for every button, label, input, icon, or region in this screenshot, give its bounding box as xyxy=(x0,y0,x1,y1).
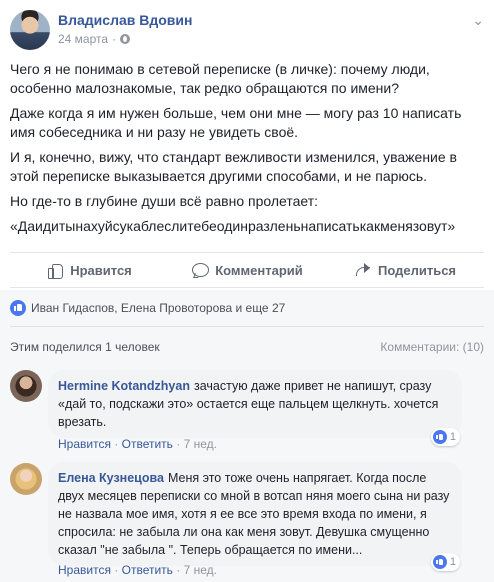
comments-count[interactable]: Комментарии: (10) xyxy=(380,340,484,354)
post-paragraph: Чего я не понимаю в сетевой переписке (в… xyxy=(10,61,430,96)
comment-time[interactable]: 7 нед. xyxy=(184,563,217,577)
like-icon xyxy=(46,261,64,279)
chevron-down-icon[interactable]: ⌄ xyxy=(472,12,484,29)
share-label: Поделиться xyxy=(377,262,457,278)
likes-summary[interactable]: Иван Гидаспов, Елена Провоторова и еще 2… xyxy=(10,300,285,316)
commenter-avatar[interactable] xyxy=(10,370,42,402)
comment-reply-link[interactable]: Ответить xyxy=(122,437,173,451)
likes-summary-text[interactable]: Иван Гидаспов, Елена Провоторова и еще 2… xyxy=(31,301,285,315)
like-button[interactable]: Нравится xyxy=(10,261,168,279)
post-paragraph: Даже когда я им нужен больше, чем они мн… xyxy=(10,105,462,140)
like-badge-icon xyxy=(10,300,26,316)
comment-time[interactable]: 7 нед. xyxy=(184,437,217,451)
meta-separator: · xyxy=(112,32,117,46)
post-text: Чего я не понимаю в сетевой переписке (в… xyxy=(10,60,488,242)
commenter-name[interactable]: Елена Кузнецова xyxy=(58,471,164,485)
comment-actions: Нравится · Ответить · 7 нед. xyxy=(58,437,217,451)
comment-actions: Нравится · Ответить · 7 нед. xyxy=(58,563,217,577)
author-avatar[interactable] xyxy=(10,10,50,50)
comment-icon xyxy=(191,261,210,279)
comment-button[interactable]: Комментарий xyxy=(168,261,326,279)
post-paragraph: «Даидитынахуйсукаблеслитебеодинразленьна… xyxy=(10,218,456,234)
author-name[interactable]: Владислав Вдовин xyxy=(58,12,192,28)
comment-bubble: Елена Кузнецова Меня это тоже очень напря… xyxy=(48,462,462,566)
reaction-count: 1 xyxy=(449,431,456,443)
divider xyxy=(10,326,484,327)
action-separator: · xyxy=(114,437,119,451)
comment-like-link[interactable]: Нравится xyxy=(58,563,111,577)
post-action-bar: Нравится Комментарий Поделиться xyxy=(10,252,484,288)
post-paragraph: Но где-то в глубине души всё равно проле… xyxy=(10,193,318,209)
comment-bubble: Hermine Kotandzhyan зачастую даже привет … xyxy=(48,370,462,438)
post-paragraph: И я, конечно, вижу, что стандарт вежливо… xyxy=(10,149,457,184)
comment-like-link[interactable]: Нравится xyxy=(58,437,111,451)
like-badge-icon xyxy=(432,555,447,569)
reaction-count: 1 xyxy=(449,556,456,568)
shared-count[interactable]: Этим поделился 1 человек xyxy=(10,340,160,354)
action-separator: · xyxy=(114,563,119,577)
share-button[interactable]: Поделиться xyxy=(326,261,484,279)
facebook-post: Владислав Вдовин 24 марта · ⌄ Чего я не … xyxy=(0,0,494,582)
globe-icon xyxy=(120,34,131,44)
commenter-name[interactable]: Hermine Kotandzhyan xyxy=(58,379,190,393)
action-separator: · xyxy=(176,563,181,577)
share-icon xyxy=(354,261,372,279)
like-badge-icon xyxy=(432,430,447,444)
commenter-avatar[interactable] xyxy=(10,463,42,495)
like-label: Нравится xyxy=(70,262,132,278)
post-date[interactable]: 24 марта xyxy=(58,32,108,46)
action-separator: · xyxy=(176,437,181,451)
comment-reactions[interactable]: 1 xyxy=(430,428,460,446)
post-meta: 24 марта · xyxy=(58,32,131,46)
comment-reactions[interactable]: 1 xyxy=(430,553,460,571)
comment-reply-link[interactable]: Ответить xyxy=(122,563,173,577)
comment-label: Комментарий xyxy=(215,262,303,278)
